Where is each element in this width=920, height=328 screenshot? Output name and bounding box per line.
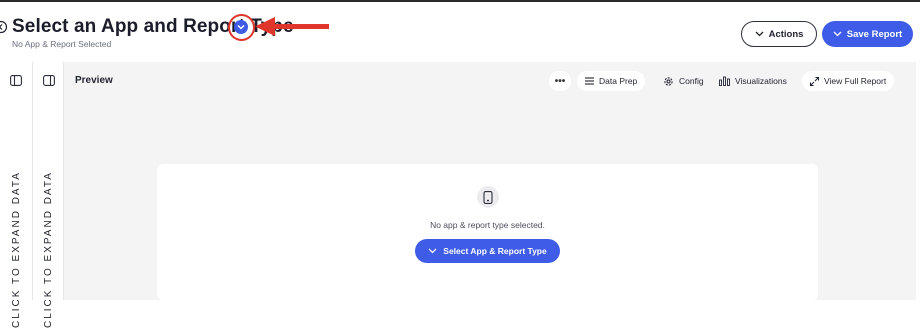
select-app-report-type-label: Select App & Report Type [443,246,547,256]
chevron-down-icon [755,31,764,37]
data-prep-label: Data Prep [599,76,638,86]
visualizations-label: Visualizations [735,76,787,86]
preview-title: Preview [75,75,113,86]
panel-expand-icon[interactable] [10,75,22,86]
panel-expand-icon[interactable] [43,75,55,86]
expand-data-panel-1[interactable]: CLICK TO EXPAND DATA [0,62,33,328]
expand-arrows-icon [810,76,819,86]
save-report-button[interactable]: Save Report [822,21,913,47]
data-prep-button[interactable]: Data Prep [577,71,646,91]
visualizations-button[interactable]: Visualizations [719,71,787,91]
view-full-report-label: View Full Report [824,76,887,86]
list-icon [585,77,594,85]
empty-state-icon-wrapper [477,186,499,208]
view-full-report-button[interactable]: View Full Report [802,71,895,91]
title-dropdown-toggle[interactable] [234,20,248,34]
mobile-device-icon [483,191,493,204]
chevron-down-icon [237,25,245,30]
more-options-button[interactable]: ••• [549,71,571,91]
actions-button[interactable]: Actions [741,21,817,47]
expand-data-label: CLICK TO EXPAND DATA [11,171,22,328]
back-circle-icon[interactable] [0,20,8,34]
empty-state-card: No app & report type selected. Select Ap… [157,164,818,300]
expand-data-label: CLICK TO EXPAND DATA [43,171,54,328]
config-label: Config [679,76,704,86]
annotation-arrow-icon [255,17,329,36]
empty-state-message: No app & report type selected. [430,220,545,230]
gear-icon [664,76,673,86]
config-button[interactable]: Config [663,71,704,91]
chevron-down-icon [428,248,437,254]
page-subtitle: No App & Report Selected [12,39,112,49]
page-title: Select an App and Report Type [12,16,294,37]
actions-button-label: Actions [768,28,804,40]
expand-data-panel-2[interactable]: CLICK TO EXPAND DATA [33,62,64,328]
chevron-down-icon [833,31,842,37]
preview-panel: Preview ••• Data Prep Config Visualizati… [64,62,916,300]
select-app-report-type-button[interactable]: Select App & Report Type [415,239,560,263]
bar-chart-icon [719,76,730,86]
page-header: Select an App and Report Type No App & R… [0,2,920,60]
save-report-button-label: Save Report [846,28,903,40]
